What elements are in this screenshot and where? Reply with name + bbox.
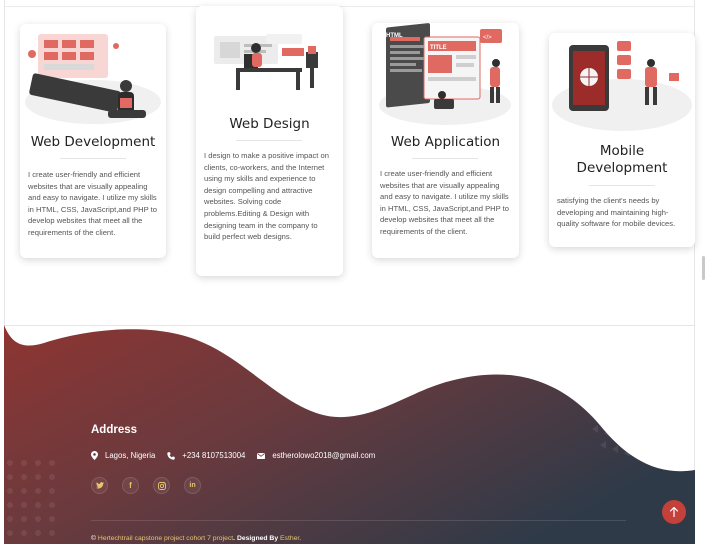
contact-info-row: Lagos, Nigeria +234 8107513004 estherolo… [91,451,387,460]
card-divider [236,140,302,141]
instagram-icon[interactable] [153,477,170,494]
card-description: I create user-friendly and efficient web… [380,169,510,236]
card-description: I create user-friendly and efficient web… [28,170,158,237]
twitter-icon[interactable] [91,477,108,494]
section-top-divider [4,6,695,7]
copyright-designed-by: . Designed By [233,535,281,542]
mobile-development-illustration [552,41,692,131]
location-item: Lagos, Nigeria [91,451,155,460]
phone-icon [167,451,175,460]
illustration-title-label: TITLE [430,45,447,51]
linkedin-icon[interactable]: in [184,477,201,494]
card-divider [589,185,655,186]
arrow-up-icon [670,507,678,517]
card-title: Mobile Development [576,143,668,176]
map-pin-icon [91,451,98,460]
web-application-illustration: HTML TITLE </> [379,23,511,125]
facebook-icon[interactable]: f [122,477,139,494]
card-divider [412,158,478,159]
envelope-icon [257,452,266,459]
card-title: Web Application [390,134,501,150]
card-description: I design to make a positive impact on cl… [204,151,329,242]
social-links: f in [91,477,215,494]
page-scrollbar-thumb[interactable] [702,256,705,280]
service-card-web-development: Web Development I create user-friendly a… [20,24,166,258]
service-card-web-application: HTML TITLE </> Web Application I create … [372,23,519,258]
site-footer: Address Lagos, Nigeria +234 8107513004 e… [4,325,695,544]
email-text[interactable]: estherolowo2018@gmail.com [272,451,375,460]
phone-item: +234 8107513004 [167,451,245,460]
copyright-project-link[interactable]: Hertechtrail capstone project cohort 7 p… [98,535,233,542]
copyright-symbol: © [91,535,98,542]
card-title: Web Design [229,116,310,132]
address-heading: Address [91,424,138,436]
service-card-web-design: Web Design I design to make a positive i… [196,6,343,276]
card-title: Web Development [30,134,156,150]
card-description: satisfying the client's needs by develop… [557,196,676,229]
email-item: estherolowo2018@gmail.com [257,451,375,460]
copyright-author-link[interactable]: Esther [280,535,299,542]
web-development-illustration [25,34,161,124]
copyright-end: . [299,535,302,542]
web-design-illustration [214,34,318,90]
card-divider [60,158,126,159]
service-card-mobile-development: Mobile Development satisfying the client… [549,33,695,247]
phone-text[interactable]: +234 8107513004 [182,451,245,460]
illustration-code-label: </> [483,35,492,41]
location-text: Lagos, Nigeria [105,451,156,460]
footer-divider [91,520,626,521]
illustration-html-label: HTML [386,33,403,39]
scroll-to-top-button[interactable] [662,500,686,524]
copyright-text: © Hertechtrail capstone project cohort 7… [91,535,301,542]
